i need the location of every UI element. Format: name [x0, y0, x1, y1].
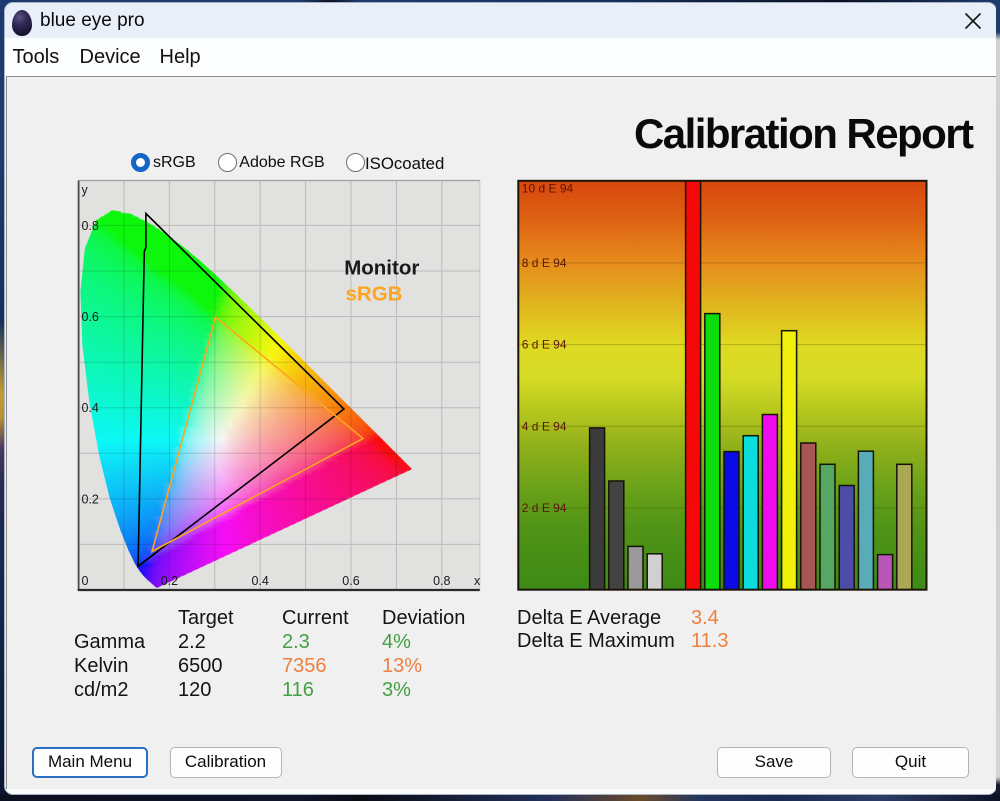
svg-text:0.2: 0.2 [82, 492, 99, 506]
svg-text:0.6: 0.6 [82, 310, 99, 324]
svg-text:0.4: 0.4 [82, 401, 99, 415]
svg-text:2 d E 94: 2 d E 94 [522, 501, 567, 515]
svg-text:0: 0 [82, 574, 89, 588]
svg-text:0.4: 0.4 [252, 574, 269, 588]
svg-text:0.8: 0.8 [433, 574, 450, 588]
svg-text:0.6: 0.6 [342, 574, 359, 588]
svg-text:x: x [474, 574, 481, 588]
svg-text:Monitor: Monitor [344, 257, 419, 280]
svg-text:y: y [82, 183, 89, 197]
svg-text:0.8: 0.8 [82, 219, 99, 233]
svg-text:10 d E 94: 10 d E 94 [522, 182, 574, 196]
svg-text:6 d E 94: 6 d E 94 [522, 338, 567, 352]
svg-text:sRGB: sRGB [346, 283, 403, 306]
svg-text:0.2: 0.2 [161, 574, 178, 588]
svg-text:4 d E 94: 4 d E 94 [522, 419, 567, 433]
svg-text:8 d E 94: 8 d E 94 [522, 256, 567, 270]
